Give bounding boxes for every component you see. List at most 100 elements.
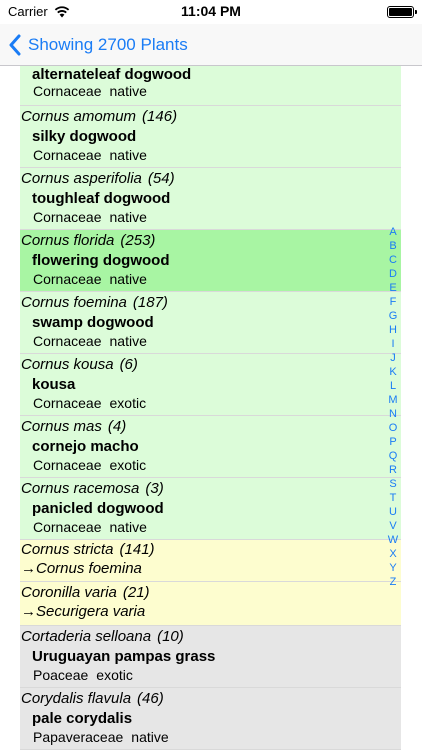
index-letter[interactable]: Z [386,575,400,589]
origin-status: exotic [96,667,133,683]
observation-count: (21) [122,584,150,601]
index-letter[interactable]: H [386,323,400,337]
family-label: Cornaceae native [33,147,147,163]
plant-row[interactable]: Cornus racemosa (3) panicled dogwood Corn… [20,478,401,540]
scientific-name: Cornus foemina (187) [21,294,168,311]
common-name: alternateleaf dogwood [32,66,192,83]
origin-status: native [131,729,169,745]
plant-row[interactable]: alternateleaf dogwood Cornaceae native [20,66,401,106]
index-letter[interactable]: R [386,463,400,477]
navigation-bar: Showing 2700 Plants [0,24,422,66]
origin-status: native [109,209,147,225]
plant-row-selected[interactable]: Cornus florida (253) flowering dogwood Co… [20,230,401,292]
family-name: Cornaceae [33,395,102,411]
observation-count: (4) [107,418,127,435]
index-letter[interactable]: N [386,407,400,421]
family-name: Cornaceae [33,271,102,287]
synonym-target: →Securigera varia [21,603,146,620]
index-letter[interactable]: P [386,435,400,449]
plant-row[interactable]: Cornus asperifolia (54) toughleaf dogwood… [20,168,401,230]
family-label: Papaveraceae native [33,729,169,745]
index-letter[interactable]: T [386,491,400,505]
index-letter[interactable]: K [386,365,400,379]
back-button[interactable]: Showing 2700 Plants [8,24,188,66]
scientific-text: Cornus asperifolia [21,170,142,187]
plant-row[interactable]: Corydalis flavula (46) pale corydalis Pap… [20,688,401,750]
scientific-name: Cornus asperifolia (54) [21,170,175,187]
common-name: silky dogwood [32,128,137,145]
clock: 11:04 PM [181,3,241,19]
scientific-name: Cornus stricta (141) [21,541,155,558]
plant-row[interactable]: Cornus amomum (146) silky dogwood Cornace… [20,106,401,168]
family-label: Cornaceae native [33,83,147,99]
index-letter[interactable]: W [386,533,400,547]
index-letter[interactable]: B [386,239,400,253]
index-letter[interactable]: A [386,225,400,239]
common-name: panicled dogwood [32,500,164,517]
observation-count: (46) [137,690,164,707]
origin-status: exotic [109,395,147,411]
index-letter[interactable]: U [386,505,400,519]
family-name: Cornaceae [33,83,102,99]
origin-status: native [109,147,147,163]
scientific-name: Cornus amomum (146) [21,108,177,125]
index-letter[interactable]: M [386,393,400,407]
scientific-text: Cornus stricta [21,541,114,558]
synonym-row[interactable]: Coronilla varia (21) →Securigera varia [20,582,401,626]
observation-count: (3) [145,480,164,497]
index-letter[interactable]: D [386,267,400,281]
family-label: Cornaceae native [33,333,147,349]
plant-row[interactable]: Cornus mas (4) cornejo macho Cornaceae exo… [20,416,401,478]
index-letter[interactable]: C [386,253,400,267]
synonym-row[interactable]: Cornus stricta (141) →Cornus foemina [20,540,401,582]
section-index[interactable]: A B C D E F G H I J K L M N O P Q R S T … [386,225,400,589]
family-label: Cornaceae exotic [33,395,146,411]
index-letter[interactable]: E [386,281,400,295]
scientific-text: Cornus racemosa [21,480,140,497]
family-name: Cornaceae [33,519,102,535]
index-letter[interactable]: O [386,421,400,435]
observation-count: (187) [132,294,168,311]
index-letter[interactable]: S [386,477,400,491]
index-letter[interactable]: Q [386,449,400,463]
common-name: cornejo macho [32,438,139,455]
common-name: flowering dogwood [32,252,170,269]
origin-status: native [109,271,147,287]
family-name: Papaveraceae [33,729,124,745]
scientific-name: Cornus kousa (6) [21,356,138,373]
index-letter[interactable]: V [386,519,400,533]
scientific-name: Cornus racemosa (3) [21,480,164,497]
origin-status: native [109,333,147,349]
index-letter[interactable]: X [386,547,400,561]
observation-count: (253) [120,232,156,249]
plant-row[interactable]: Cornus kousa (6) kousa Cornaceae exotic [20,354,401,416]
family-name: Cornaceae [33,209,102,225]
index-letter[interactable]: G [386,309,400,323]
observation-count: (6) [119,356,138,373]
index-letter[interactable]: J [386,351,400,365]
family-label: Cornaceae exotic [33,457,146,473]
index-letter[interactable]: Y [386,561,400,575]
family-name: Cornaceae [33,147,102,163]
common-name: toughleaf dogwood [32,190,171,207]
observation-count: (54) [147,170,175,187]
index-letter[interactable]: F [386,295,400,309]
plant-row[interactable]: Cortaderia selloana (10) Uruguayan pampas… [20,626,401,688]
scientific-text: Cornus foemina [21,294,127,311]
plant-list[interactable]: alternateleaf dogwood Cornaceae native Co… [20,66,401,750]
scientific-name: Corydalis flavula (46) [21,690,164,707]
observation-count: (10) [157,628,184,645]
index-letter[interactable]: I [386,337,400,351]
synonym-target: →Cornus foemina [21,560,142,577]
status-bar: Carrier 11:04 PM [0,0,422,24]
plant-row[interactable]: Cornus foemina (187) swamp dogwood Cornac… [20,292,401,354]
scientific-text: Cornus amomum [21,108,137,125]
common-name: Uruguayan pampas grass [32,648,216,665]
scientific-text: Coronilla varia [21,584,117,601]
family-label: Cornaceae native [33,209,147,225]
origin-status: exotic [109,457,147,473]
scientific-name: Cortaderia selloana (10) [21,628,184,645]
index-letter[interactable]: L [386,379,400,393]
family-label: Cornaceae native [33,519,147,535]
back-button-label: Showing 2700 Plants [28,35,188,54]
